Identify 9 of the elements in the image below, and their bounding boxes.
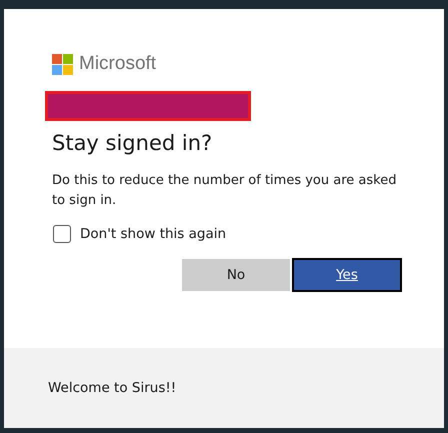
- dialog-title: Stay signed in?: [52, 131, 214, 155]
- footer-text: Welcome to Sirus!!: [48, 380, 176, 396]
- brand-name: Microsoft: [79, 53, 156, 75]
- checkbox[interactable]: [53, 225, 71, 243]
- checkbox-label[interactable]: Don't show this again: [80, 226, 226, 242]
- yes-button[interactable]: Yes: [292, 258, 402, 292]
- no-button[interactable]: No: [182, 259, 290, 291]
- description-text: Do this to reduce the number of times you are asked to sign in.: [52, 172, 398, 210]
- logo-icon: [52, 54, 73, 74]
